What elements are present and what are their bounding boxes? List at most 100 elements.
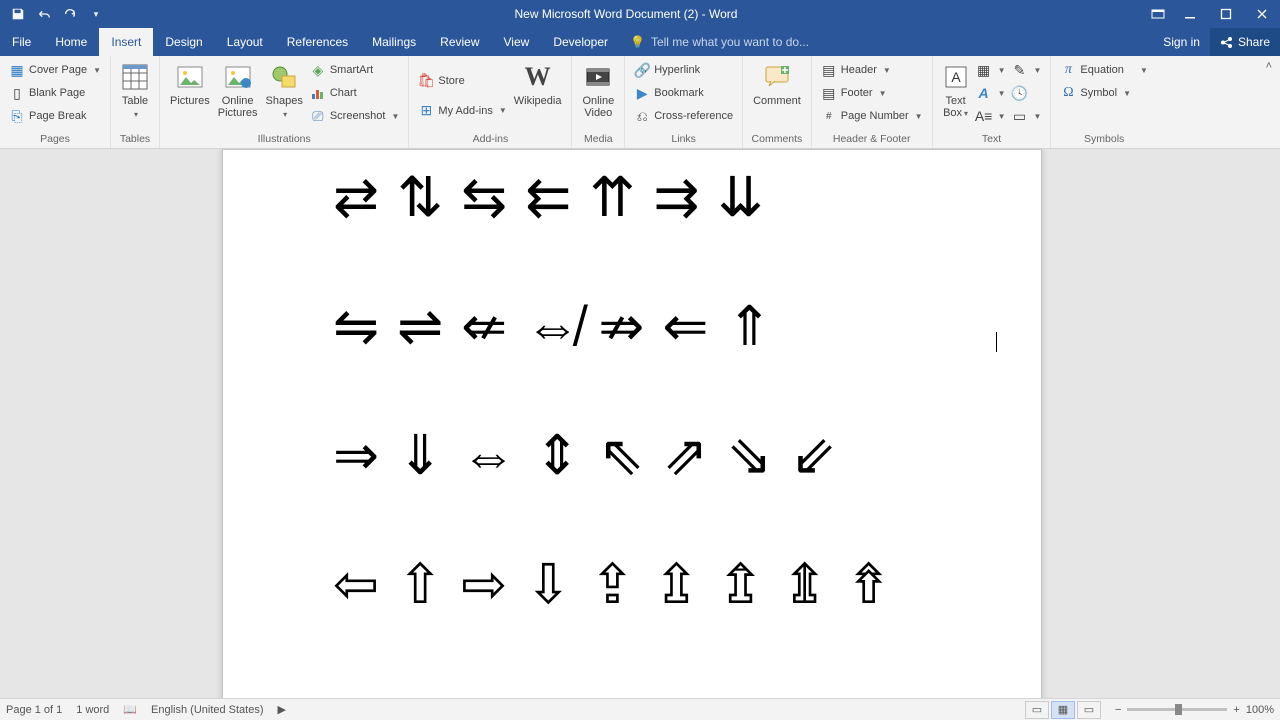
document-area[interactable]: ⇄⇅⇆⇇⇈⇉⇊ ⇋⇌⇍⇎⇏⇐⇑ ⇒⇓⇔⇕⇖⇗⇘⇙ ⇦⇧⇨⇩⇪⇫⇬⇭⇮ xyxy=(0,149,1280,698)
sigline-button[interactable]: ✎▼ xyxy=(1009,59,1045,81)
tab-developer[interactable]: Developer xyxy=(541,28,620,56)
group-comments: Comment Comments xyxy=(743,56,812,148)
table-label: Table xyxy=(122,95,148,107)
cover-page-icon: ▦ xyxy=(9,62,25,78)
arrow-row-4: ⇦⇧⇨⇩⇪⇫⇬⇭⇮ xyxy=(333,557,931,612)
share-button[interactable]: Share xyxy=(1210,28,1280,56)
view-buttons: ▭ ▦ ▭ xyxy=(1025,701,1101,719)
status-macro-icon[interactable]: ▶ xyxy=(278,703,286,716)
group-tables-label: Tables xyxy=(117,132,153,148)
screenshot-button[interactable]: ⎚Screenshot▼ xyxy=(307,105,403,127)
comment-button[interactable]: Comment xyxy=(749,59,805,132)
online-pictures-icon xyxy=(224,61,252,93)
screenshot-icon: ⎚ xyxy=(310,108,326,124)
title-bar: ▾ New Microsoft Word Document (2) - Word xyxy=(0,0,1280,28)
undo-button[interactable] xyxy=(32,2,56,26)
smartart-button[interactable]: ◈SmartArt xyxy=(307,59,403,81)
view-web-button[interactable]: ▭ xyxy=(1077,701,1101,719)
cover-page-button[interactable]: ▦Cover Page▼ xyxy=(6,59,104,81)
group-pages-label: Pages xyxy=(6,132,104,148)
tab-insert[interactable]: Insert xyxy=(99,28,153,56)
tab-design[interactable]: Design xyxy=(153,28,214,56)
shapes-button[interactable]: Shapes▾ xyxy=(262,59,307,132)
tab-layout[interactable]: Layout xyxy=(215,28,275,56)
hyperlink-label: Hyperlink xyxy=(654,64,700,76)
close-button[interactable] xyxy=(1244,0,1280,28)
symbol-button[interactable]: ΩSymbol▼ xyxy=(1057,82,1150,104)
wikipedia-icon: W xyxy=(525,61,551,93)
tab-review[interactable]: Review xyxy=(428,28,491,56)
online-pictures-button[interactable]: OnlinePictures xyxy=(214,59,262,132)
quickparts-button[interactable]: ▦▼ xyxy=(973,59,1009,81)
tab-view[interactable]: View xyxy=(492,28,542,56)
chart-button[interactable]: Chart xyxy=(307,82,403,104)
my-addins-button[interactable]: ⊞My Add-ins▼ xyxy=(415,100,509,122)
footer-button[interactable]: ▤Footer▼ xyxy=(818,82,926,104)
equation-button[interactable]: πEquation ▼ xyxy=(1057,59,1150,81)
datetime-icon: 🕓 xyxy=(1012,85,1028,101)
bookmark-button[interactable]: ▶Bookmark xyxy=(631,82,736,104)
crossref-label: Cross-reference xyxy=(654,110,733,122)
collapse-ribbon-button[interactable]: ˄ xyxy=(1258,56,1280,148)
wordart-button[interactable]: A▼ xyxy=(973,82,1009,104)
blank-page-label: Blank Page xyxy=(29,87,85,99)
status-language[interactable]: English (United States) xyxy=(151,704,264,716)
document-content[interactable]: ⇄⇅⇆⇇⇈⇉⇊ ⇋⇌⇍⇎⇏⇐⇑ ⇒⇓⇔⇕⇖⇗⇘⇙ ⇦⇧⇨⇩⇪⇫⇬⇭⇮ xyxy=(223,150,1041,698)
maximize-button[interactable] xyxy=(1208,0,1244,28)
window-controls xyxy=(1144,0,1280,28)
video-icon xyxy=(584,61,612,93)
tell-me-placeholder: Tell me what you want to do... xyxy=(651,35,809,49)
tab-home[interactable]: Home xyxy=(43,28,99,56)
view-print-button[interactable]: ▦ xyxy=(1051,701,1075,719)
online-video-button[interactable]: OnlineVideo xyxy=(578,59,618,132)
pagenum-label: Page Number xyxy=(841,110,909,122)
store-button[interactable]: 🛍Store xyxy=(415,70,509,92)
group-hf-label: Header & Footer xyxy=(818,132,926,148)
object-button[interactable]: ▭▼ xyxy=(1009,105,1045,127)
view-read-button[interactable]: ▭ xyxy=(1025,701,1049,719)
save-button[interactable] xyxy=(6,2,30,26)
status-words[interactable]: 1 word xyxy=(76,704,109,716)
table-button[interactable]: Table▾ xyxy=(117,59,153,132)
group-pages: ▦Cover Page▼ ▯Blank Page ⎘Page Break Pag… xyxy=(0,56,111,148)
textbox-icon: A xyxy=(943,61,969,93)
signature-icon: ✎ xyxy=(1012,62,1028,78)
page-break-button[interactable]: ⎘Page Break xyxy=(6,105,104,127)
online-pictures-label: OnlinePictures xyxy=(218,95,258,119)
hyperlink-button[interactable]: 🔗 Hyperlink xyxy=(631,59,736,81)
status-bar: Page 1 of 1 1 word 📖 English (United Sta… xyxy=(0,698,1280,720)
zoom-out-button[interactable]: − xyxy=(1115,704,1121,716)
blank-page-button[interactable]: ▯Blank Page xyxy=(6,82,104,104)
zoom-percent[interactable]: 100% xyxy=(1246,704,1274,716)
document-page[interactable]: ⇄⇅⇆⇇⇈⇉⇊ ⇋⇌⇍⇎⇏⇐⇑ ⇒⇓⇔⇕⇖⇗⇘⇙ ⇦⇧⇨⇩⇪⇫⇬⇭⇮ xyxy=(222,149,1042,698)
textbox-label: TextBox▾ xyxy=(943,95,968,120)
group-addins-label: Add-ins xyxy=(415,132,565,148)
pictures-button[interactable]: Pictures xyxy=(166,59,214,132)
page-number-button[interactable]: #Page Number▼ xyxy=(818,105,926,127)
tab-file[interactable]: File xyxy=(0,28,43,56)
tab-references[interactable]: References xyxy=(275,28,360,56)
ribbon-options-button[interactable] xyxy=(1144,0,1172,28)
wikipedia-button[interactable]: W Wikipedia xyxy=(510,59,566,132)
qat-customize[interactable]: ▾ xyxy=(84,2,108,26)
footer-icon: ▤ xyxy=(821,85,837,101)
sign-in-link[interactable]: Sign in xyxy=(1153,28,1210,56)
tell-me-search[interactable]: 💡 Tell me what you want to do... xyxy=(620,28,1153,56)
redo-button[interactable] xyxy=(58,2,82,26)
status-page[interactable]: Page 1 of 1 xyxy=(6,704,62,716)
hyperlink-icon: 🔗 xyxy=(634,62,650,78)
comment-label: Comment xyxy=(753,95,801,107)
crossref-button[interactable]: ⎌Cross-reference xyxy=(631,105,736,127)
pagenum-icon: # xyxy=(821,108,837,124)
textbox-button[interactable]: A TextBox▾ xyxy=(939,59,973,132)
zoom-slider[interactable] xyxy=(1127,708,1227,711)
zoom-in-button[interactable]: + xyxy=(1233,704,1239,716)
header-label: Header xyxy=(841,64,877,76)
header-button[interactable]: ▤Header▼ xyxy=(818,59,926,81)
group-illustrations-label: Illustrations xyxy=(166,132,402,148)
dropcap-button[interactable]: A≡▼ xyxy=(973,105,1009,127)
datetime-button[interactable]: 🕓 xyxy=(1009,82,1045,104)
minimize-button[interactable] xyxy=(1172,0,1208,28)
status-proof-icon[interactable]: 📖 xyxy=(123,703,137,716)
tab-mailings[interactable]: Mailings xyxy=(360,28,428,56)
